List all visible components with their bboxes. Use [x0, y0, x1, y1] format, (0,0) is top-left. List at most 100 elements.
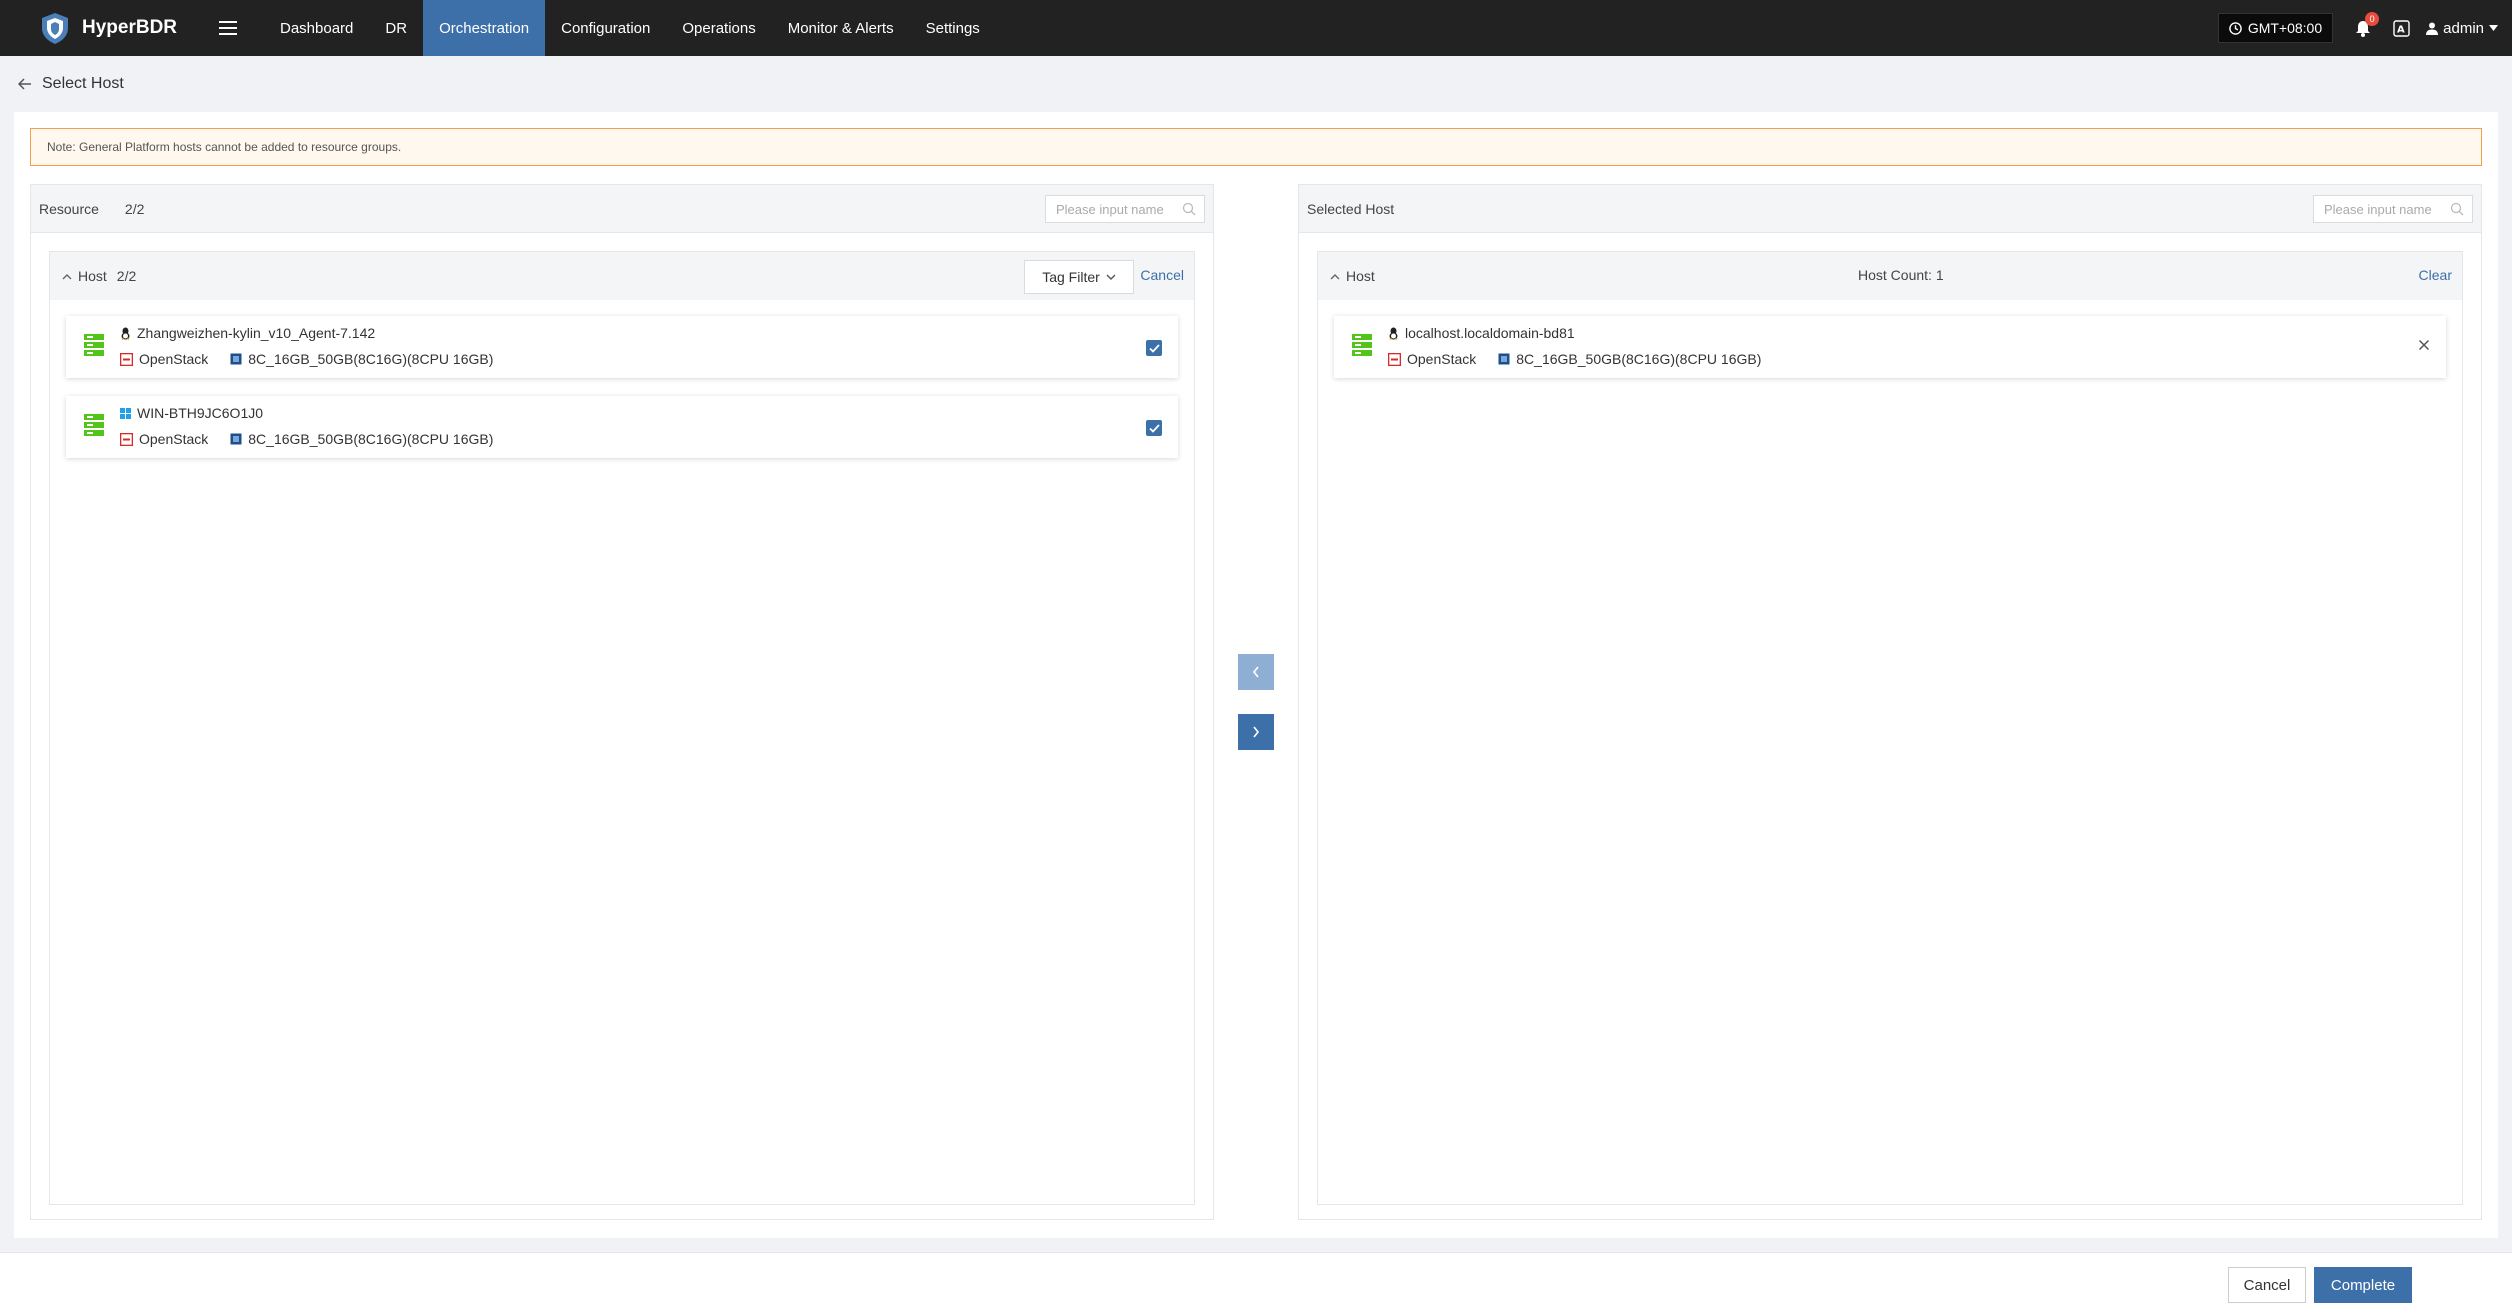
host-checkbox[interactable]	[1146, 420, 1162, 436]
clear-link[interactable]: Clear	[2419, 267, 2452, 283]
selected-host-card: localhost.localdomain-bd81 OpenStack 8C_…	[1334, 316, 2446, 378]
host-name-row: Zhangweizhen-kylin_v10_Agent-7.142	[120, 325, 375, 341]
cancel-button[interactable]: Cancel	[2228, 1267, 2306, 1303]
nav-orchestration[interactable]: Orchestration	[423, 0, 546, 56]
menu-toggle-icon[interactable]	[212, 0, 244, 56]
windows-icon	[120, 407, 131, 419]
language-switch-icon[interactable]: A	[2393, 19, 2410, 37]
remove-host-button[interactable]	[2418, 338, 2430, 354]
nav-settings[interactable]: Settings	[910, 0, 996, 56]
selected-title: Selected Host	[1307, 200, 1395, 217]
host-meta-row: OpenStack 8C_16GB_50GB(8C16G)(8CPU 16GB)	[1388, 351, 1783, 367]
footer-bar: Cancel Complete	[0, 1252, 2512, 1314]
checkmark-icon	[1148, 343, 1160, 353]
tag-filter-dropdown[interactable]: Tag Filter	[1024, 260, 1134, 294]
complete-button[interactable]: Complete	[2314, 1267, 2412, 1303]
back-arrow-icon[interactable]	[18, 78, 32, 90]
move-right-button[interactable]	[1238, 714, 1274, 750]
move-left-button[interactable]	[1238, 654, 1274, 690]
host-meta-row: OpenStack 8C_16GB_50GB(8C16G)(8CPU 16GB)	[120, 431, 515, 447]
host-flavor: 8C_16GB_50GB(8C16G)(8CPU 16GB)	[230, 351, 493, 367]
username: admin	[2443, 19, 2484, 37]
platform-label: OpenStack	[1407, 351, 1477, 367]
timezone-label: GMT+08:00	[2247, 20, 2323, 36]
clock-icon	[2229, 21, 2242, 35]
host-count: Host Count: 1	[1858, 267, 1944, 283]
chevron-down-icon	[1106, 274, 1116, 280]
page-header: Select Host	[0, 56, 2512, 112]
resource-search-input[interactable]: Please input name	[1045, 195, 1205, 223]
linux-icon	[121, 327, 130, 340]
cpu-icon	[230, 433, 242, 445]
host-card[interactable]: Zhangweizhen-kylin_v10_Agent-7.142 OpenS…	[66, 316, 1178, 378]
nav-dashboard[interactable]: Dashboard	[264, 0, 369, 56]
notifications-button[interactable]: 0	[2355, 11, 2380, 37]
openstack-icon	[1388, 352, 1401, 366]
host-meta-row: OpenStack 8C_16GB_50GB(8C16G)(8CPU 16GB)	[120, 351, 515, 367]
host-name: WIN-BTH9JC6O1J0	[137, 405, 264, 421]
nav-monitor-alerts[interactable]: Monitor & Alerts	[772, 0, 910, 56]
chevron-up-icon[interactable]	[1330, 273, 1340, 280]
selected-host-panel: Selected Host Please input name Host Hos…	[1298, 184, 2482, 1220]
resource-count: 2/2	[124, 200, 145, 217]
user-icon	[2426, 22, 2439, 35]
resource-panel-header: Resource 2/2 Please input name	[31, 185, 1213, 233]
notice-banner: Note: General Platform hosts cannot be a…	[30, 128, 2482, 166]
chevron-up-icon[interactable]	[62, 273, 72, 280]
cpu-icon	[230, 353, 242, 365]
host-group-left: Host 2/2 Tag Filter Cancel Zhangweizhen-…	[49, 251, 1195, 1205]
top-navbar: HyperBDR Dashboard DR Orchestration Conf…	[0, 0, 2512, 56]
checkmark-icon	[1148, 423, 1160, 433]
host-card[interactable]: WIN-BTH9JC6O1J0 OpenStack 8C_16GB_50GB(8…	[66, 396, 1178, 458]
search-icon	[2450, 202, 2464, 216]
flavor-label: 8C_16GB_50GB(8C16G)(8CPU 16GB)	[248, 351, 494, 367]
host-platform: OpenStack	[120, 351, 208, 367]
cancel-selection-link[interactable]: Cancel	[1140, 267, 1184, 283]
search-placeholder: Please input name	[2324, 201, 2432, 217]
host-group-header: Host Host Count: 1 Clear	[1318, 252, 2462, 300]
chevron-left-icon	[1252, 666, 1259, 678]
selected-search-input[interactable]: Please input name	[2313, 195, 2473, 223]
selected-panel-header: Selected Host Please input name	[1299, 185, 2481, 233]
flavor-label: 8C_16GB_50GB(8C16G)(8CPU 16GB)	[1516, 351, 1762, 367]
host-group-header: Host 2/2 Tag Filter Cancel	[50, 252, 1194, 300]
host-name-row: localhost.localdomain-bd81	[1388, 325, 1575, 341]
host-platform: OpenStack	[1388, 351, 1476, 367]
host-group-label: Host	[78, 268, 107, 284]
shield-logo-icon	[42, 13, 68, 44]
nav-right-tools: GMT+08:00 0 A admin	[2217, 0, 2512, 56]
linux-icon	[1389, 327, 1398, 340]
host-group-count: 2/2	[116, 268, 137, 284]
search-placeholder: Please input name	[1056, 201, 1164, 217]
tag-filter-label: Tag Filter	[1042, 269, 1100, 285]
app-logo[interactable]: HyperBDR	[0, 0, 212, 56]
user-menu[interactable]: admin	[2426, 20, 2498, 37]
host-flavor: 8C_16GB_50GB(8C16G)(8CPU 16GB)	[1498, 351, 1761, 367]
host-name: Zhangweizhen-kylin_v10_Agent-7.142	[137, 325, 376, 341]
host-flavor: 8C_16GB_50GB(8C16G)(8CPU 16GB)	[230, 431, 493, 447]
host-group-label: Host	[1346, 268, 1375, 284]
host-group-right: Host Host Count: 1 Clear localhost.local…	[1317, 251, 2463, 1205]
nav-configuration[interactable]: Configuration	[545, 0, 666, 56]
app-name: HyperBDR	[82, 17, 178, 38]
main-nav: Dashboard DR Orchestration Configuration…	[264, 0, 996, 56]
cpu-icon	[1498, 353, 1510, 365]
server-icon	[1352, 334, 1372, 356]
main-content: Note: General Platform hosts cannot be a…	[14, 112, 2498, 1238]
server-icon	[84, 414, 104, 436]
flavor-label: 8C_16GB_50GB(8C16G)(8CPU 16GB)	[248, 431, 494, 447]
search-icon	[1182, 202, 1196, 216]
svg-text:A: A	[2397, 24, 2405, 35]
nav-operations[interactable]: Operations	[666, 0, 771, 56]
host-platform: OpenStack	[120, 431, 208, 447]
notification-badge: 0	[2365, 11, 2380, 26]
nav-dr[interactable]: DR	[369, 0, 423, 56]
openstack-icon	[120, 432, 133, 446]
chevron-right-icon	[1253, 726, 1260, 738]
timezone-selector[interactable]: GMT+08:00	[2217, 13, 2334, 43]
host-checkbox[interactable]	[1146, 340, 1162, 356]
host-name: localhost.localdomain-bd81	[1405, 325, 1575, 341]
server-icon	[84, 334, 104, 356]
host-name-row: WIN-BTH9JC6O1J0	[120, 405, 263, 421]
platform-label: OpenStack	[139, 431, 209, 447]
